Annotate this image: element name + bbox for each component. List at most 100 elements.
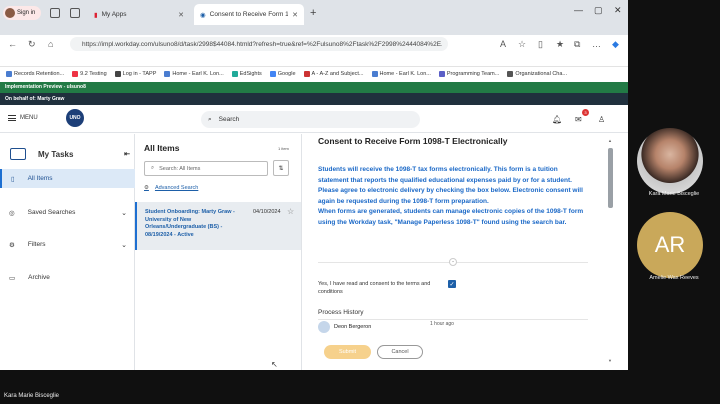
process-history-title: Process History [318, 309, 364, 316]
sidebar-item-label: Saved Searches [27, 209, 76, 216]
collapse-icon[interactable]: ⇤ [124, 150, 130, 158]
collections-icon[interactable]: ⧉ [574, 39, 580, 50]
menu-button[interactable]: MENU [8, 115, 38, 121]
close-icon[interactable]: ✕ [178, 11, 184, 19]
archive-icon: ▭ [9, 274, 16, 282]
home-icon[interactable]: ⌂ [48, 39, 53, 49]
bookmark-item[interactable]: A - A-Z and Subject... [303, 71, 364, 77]
divider [318, 319, 588, 320]
page-icon: ▮ [94, 11, 98, 19]
item-date: 04/10/2024 [253, 209, 281, 215]
item-count: 1 item [278, 146, 289, 151]
bookmark-icon [438, 71, 445, 77]
sort-button[interactable]: ⇅ [273, 160, 289, 176]
list-title: All Items [144, 143, 180, 153]
tab-consent[interactable]: ◉ Consent to Receive Form 1098-T ✕ [194, 4, 304, 25]
bookmark-icon [371, 71, 378, 77]
new-tab-icon[interactable]: + [310, 7, 316, 19]
maximize-icon[interactable]: ▢ [594, 5, 603, 16]
list-item[interactable]: Student Onboarding: Marty Graw - Univers… [135, 202, 301, 250]
bookmark-item[interactable]: Home - Earl K. Lon... [164, 71, 224, 77]
presenter-name: Kara Marie Bisceglie [4, 393, 60, 399]
workday-header: MENU UNO ⌕ Search 🔔︎ ✉ 3 ♙ [0, 105, 628, 133]
list-icon: ▯ [11, 175, 15, 183]
bookmark-icon [269, 71, 276, 77]
url-field[interactable]: https://impl.workday.com/ulsuno8/d/task/… [70, 37, 448, 51]
sidebar-item-archive[interactable]: ▭ Archive [0, 268, 135, 287]
inbox-icon[interactable]: ✉ [575, 115, 582, 124]
search-placeholder: Search [218, 116, 240, 123]
scrollbar-thumb[interactable] [608, 148, 613, 208]
star-icon[interactable]: ☆ [287, 207, 294, 216]
tab-my-apps[interactable]: ▮ My Apps ✕ [88, 4, 190, 25]
item-title: Student Onboarding: Marty Graw - Univers… [145, 209, 235, 238]
uno-logo[interactable]: UNO [66, 109, 84, 127]
close-icon[interactable]: ✕ [292, 11, 298, 19]
bookmark-item[interactable]: Organizational Cha... [507, 71, 567, 77]
sidebar-item-label: Filters [27, 241, 46, 248]
on-behalf-banner: On behalf of: Marty Graw [0, 93, 628, 105]
sidebar-item-filters[interactable]: ⚙ Filters ⌄ [0, 235, 135, 254]
bookmark-item[interactable]: 9.2 Testing [72, 71, 107, 77]
consent-label: Yes, I have read and consent to the term… [318, 281, 431, 295]
workday-icon: ◉ [200, 11, 206, 19]
profile-button[interactable]: Sign in [3, 6, 41, 20]
advanced-search-link[interactable]: ⚙ Advanced Search [144, 185, 198, 191]
refresh-icon[interactable]: ↻ [28, 39, 36, 50]
sidebar-title: My Tasks [38, 149, 74, 159]
address-bar: ← ↻ ⌂ https://impl.workday.com/ulsuno8/d… [0, 35, 628, 67]
inbox-badge: 3 [582, 109, 589, 116]
favorites-icon[interactable]: ★ [556, 39, 564, 50]
bookmark-item[interactable]: Google [269, 71, 296, 77]
item-search-input[interactable]: ⌕ Search: All Items [144, 161, 268, 176]
history-time: 1 hour ago [430, 321, 454, 327]
cancel-button[interactable]: Cancel [377, 345, 423, 359]
search-input[interactable]: ⌕ Search [201, 111, 420, 128]
favorite-icon[interactable]: ☆ [518, 39, 526, 50]
submit-button[interactable]: Submit [324, 345, 371, 359]
tab-actions-icon[interactable] [70, 8, 80, 18]
participant-name: Kara Marie Bisceglie [648, 191, 700, 197]
notifications-icon[interactable]: 🔔︎ [552, 115, 562, 124]
bookmark-icon [114, 71, 121, 77]
url-text: https://impl.workday.com/ulsuno8/d/task/… [82, 40, 442, 48]
bookmark-item[interactable]: EdSights [231, 71, 262, 77]
more-icon[interactable]: … [592, 39, 601, 49]
scroll-up-icon[interactable]: ▲ [608, 138, 612, 143]
chevron-down-icon: ⌄ [121, 209, 127, 217]
consent-checkbox[interactable]: ✓ [448, 280, 456, 288]
profile-icon[interactable]: ♙ [598, 115, 605, 124]
bookmark-icon [507, 71, 514, 77]
collapse-section-icon[interactable]: ⌃ [449, 258, 457, 266]
task-detail: Consent to Receive Form 1098-T Electroni… [302, 134, 628, 370]
task-title: Consent to Receive Form 1098-T Electroni… [318, 136, 508, 146]
close-window-icon[interactable]: ✕ [614, 5, 622, 16]
saved-search-icon: ◎ [9, 209, 15, 217]
back-icon[interactable]: ← [8, 39, 17, 49]
browser-window: Sign in ▮ My Apps ✕ ◉ Consent to Receive… [0, 0, 628, 370]
advanced-search-label: Advanced Search [154, 185, 199, 191]
minimize-icon[interactable]: — [574, 5, 583, 15]
participant-avatar: AR [637, 212, 703, 278]
workspaces-icon[interactable] [50, 8, 60, 18]
bookmark-item[interactable]: Programming Team... [438, 71, 499, 77]
tab-title: Consent to Receive Form 1098-T [209, 11, 288, 18]
bookmark-item[interactable]: Home - Earl K. Lon... [371, 71, 431, 77]
read-aloud-icon[interactable]: A [500, 39, 506, 49]
sidebar-item-all-items[interactable]: ▯ All Items [0, 169, 135, 188]
scroll-down-icon[interactable]: ▼ [608, 358, 612, 363]
bookmark-item[interactable]: Records Retention... [6, 71, 64, 77]
sidebar: My Tasks ⇤ ▯ All Items ◎ Saved Searches … [0, 134, 135, 370]
bookmarks-bar: Records Retention... 9.2 Testing Log in … [0, 67, 628, 81]
bookmark-icon [303, 71, 310, 77]
sidebar-item-label: All Items [27, 175, 53, 182]
inbox-tray-icon [10, 148, 26, 160]
sidebar-item-label: Archive [28, 274, 50, 281]
sidebar-item-saved-searches[interactable]: ◎ Saved Searches ⌄ [0, 203, 135, 222]
item-list-panel: All Items 1 item ⌕ Search: All Items ⇅ ⚙… [135, 134, 302, 370]
split-screen-icon[interactable]: ▯ [538, 39, 543, 50]
tab-title: My Apps [101, 11, 127, 18]
bookmark-item[interactable]: Log in - TAPP [114, 71, 156, 77]
history-user: Deon Bergeron [334, 324, 372, 330]
copilot-icon[interactable]: ◆ [612, 39, 619, 50]
